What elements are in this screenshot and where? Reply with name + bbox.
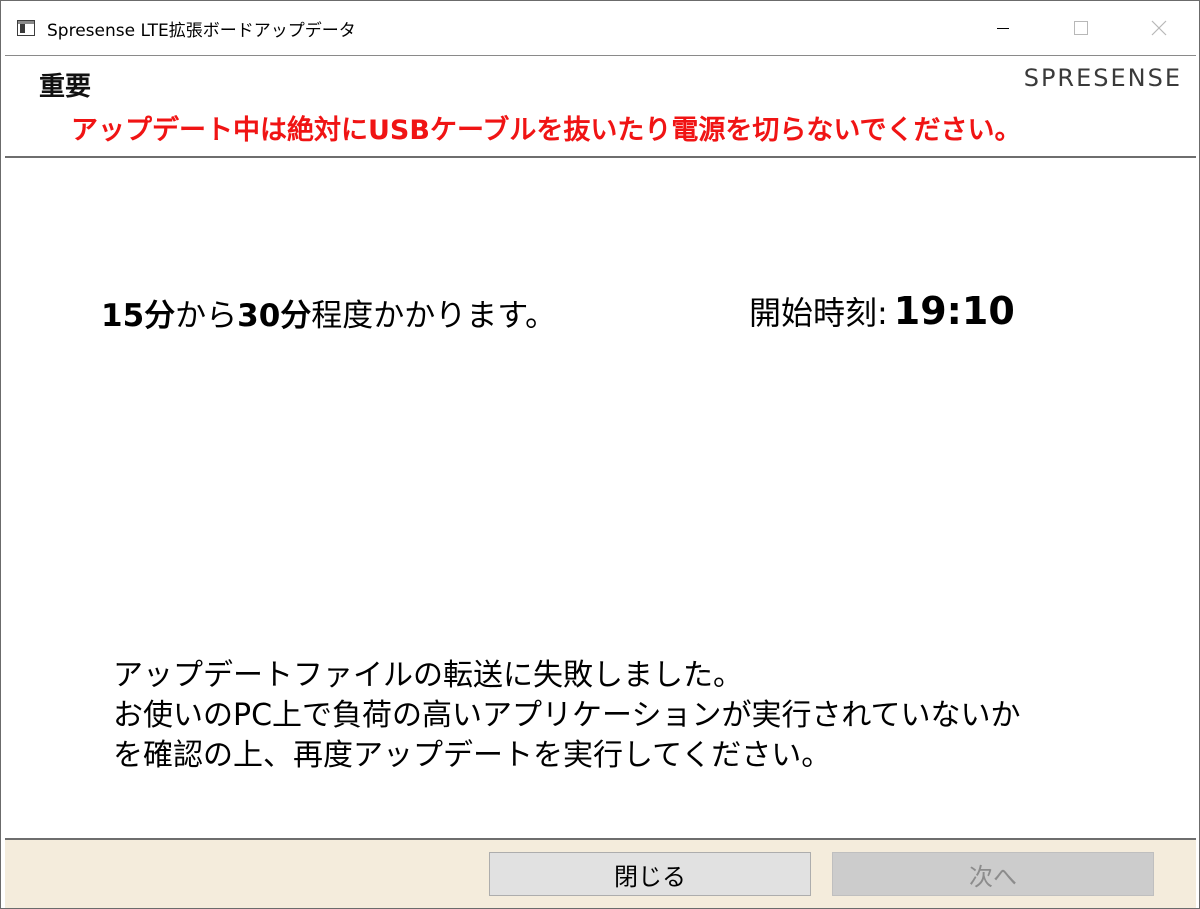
title-bar[interactable]: Spresense LTE拡張ボードアップデータ [1, 1, 1199, 55]
window-title: Spresense LTE拡張ボードアップデータ [47, 21, 356, 41]
next-button[interactable]: 次へ [832, 852, 1154, 896]
app-window: Spresense LTE拡張ボードアップデータ 重要 SPRESENSE アッ… [0, 0, 1200, 909]
close-button[interactable]: 閉じる [489, 852, 811, 896]
close-window-button[interactable] [1129, 1, 1189, 55]
notice-header: 重要 SPRESENSE アップデート中は絶対にUSBケーブルを抜いたり電源を切… [5, 55, 1196, 158]
window-app-icon [17, 20, 35, 36]
button-bar: 閉じる 次へ [5, 838, 1196, 908]
maximize-icon [1074, 21, 1088, 35]
start-time-label: 開始時刻: [749, 294, 888, 332]
duration-max: 30分 [237, 298, 312, 334]
main-content: 15分から30分程度かかります。 開始時刻: 19:10 アップデートファイルの転… [5, 158, 1196, 838]
duration-min: 15分 [101, 298, 176, 334]
error-message-line-3: を確認の上、再度アップデートを実行してください。 [113, 738, 832, 773]
maximize-button[interactable] [1051, 1, 1111, 55]
duration-suffix: 程度かかります。 [311, 298, 557, 334]
close-icon [1151, 20, 1167, 36]
duration-from: から [175, 298, 238, 334]
error-message-line-2: お使いのPC上で負荷の高いアプリケーションが実行されていないか [113, 698, 1021, 733]
duration-text: 15分から30分程度かかります。 [101, 290, 556, 335]
minimize-button[interactable] [973, 1, 1033, 55]
error-message-line-1: アップデートファイルの転送に失敗しました。 [113, 658, 743, 693]
start-time-value: 19:10 [893, 289, 1015, 333]
start-time: 開始時刻: 19:10 [749, 288, 1015, 334]
error-message: アップデートファイルの転送に失敗しました。 お使いのPC上で負荷の高いアプリケー… [113, 656, 1021, 776]
important-heading: 重要 [39, 72, 92, 102]
brand-logo: SPRESENSE [1023, 64, 1182, 92]
warning-message: アップデート中は絶対にUSBケーブルを抜いたり電源を切らないでください。 [71, 115, 1022, 146]
minimize-icon [997, 28, 1009, 29]
